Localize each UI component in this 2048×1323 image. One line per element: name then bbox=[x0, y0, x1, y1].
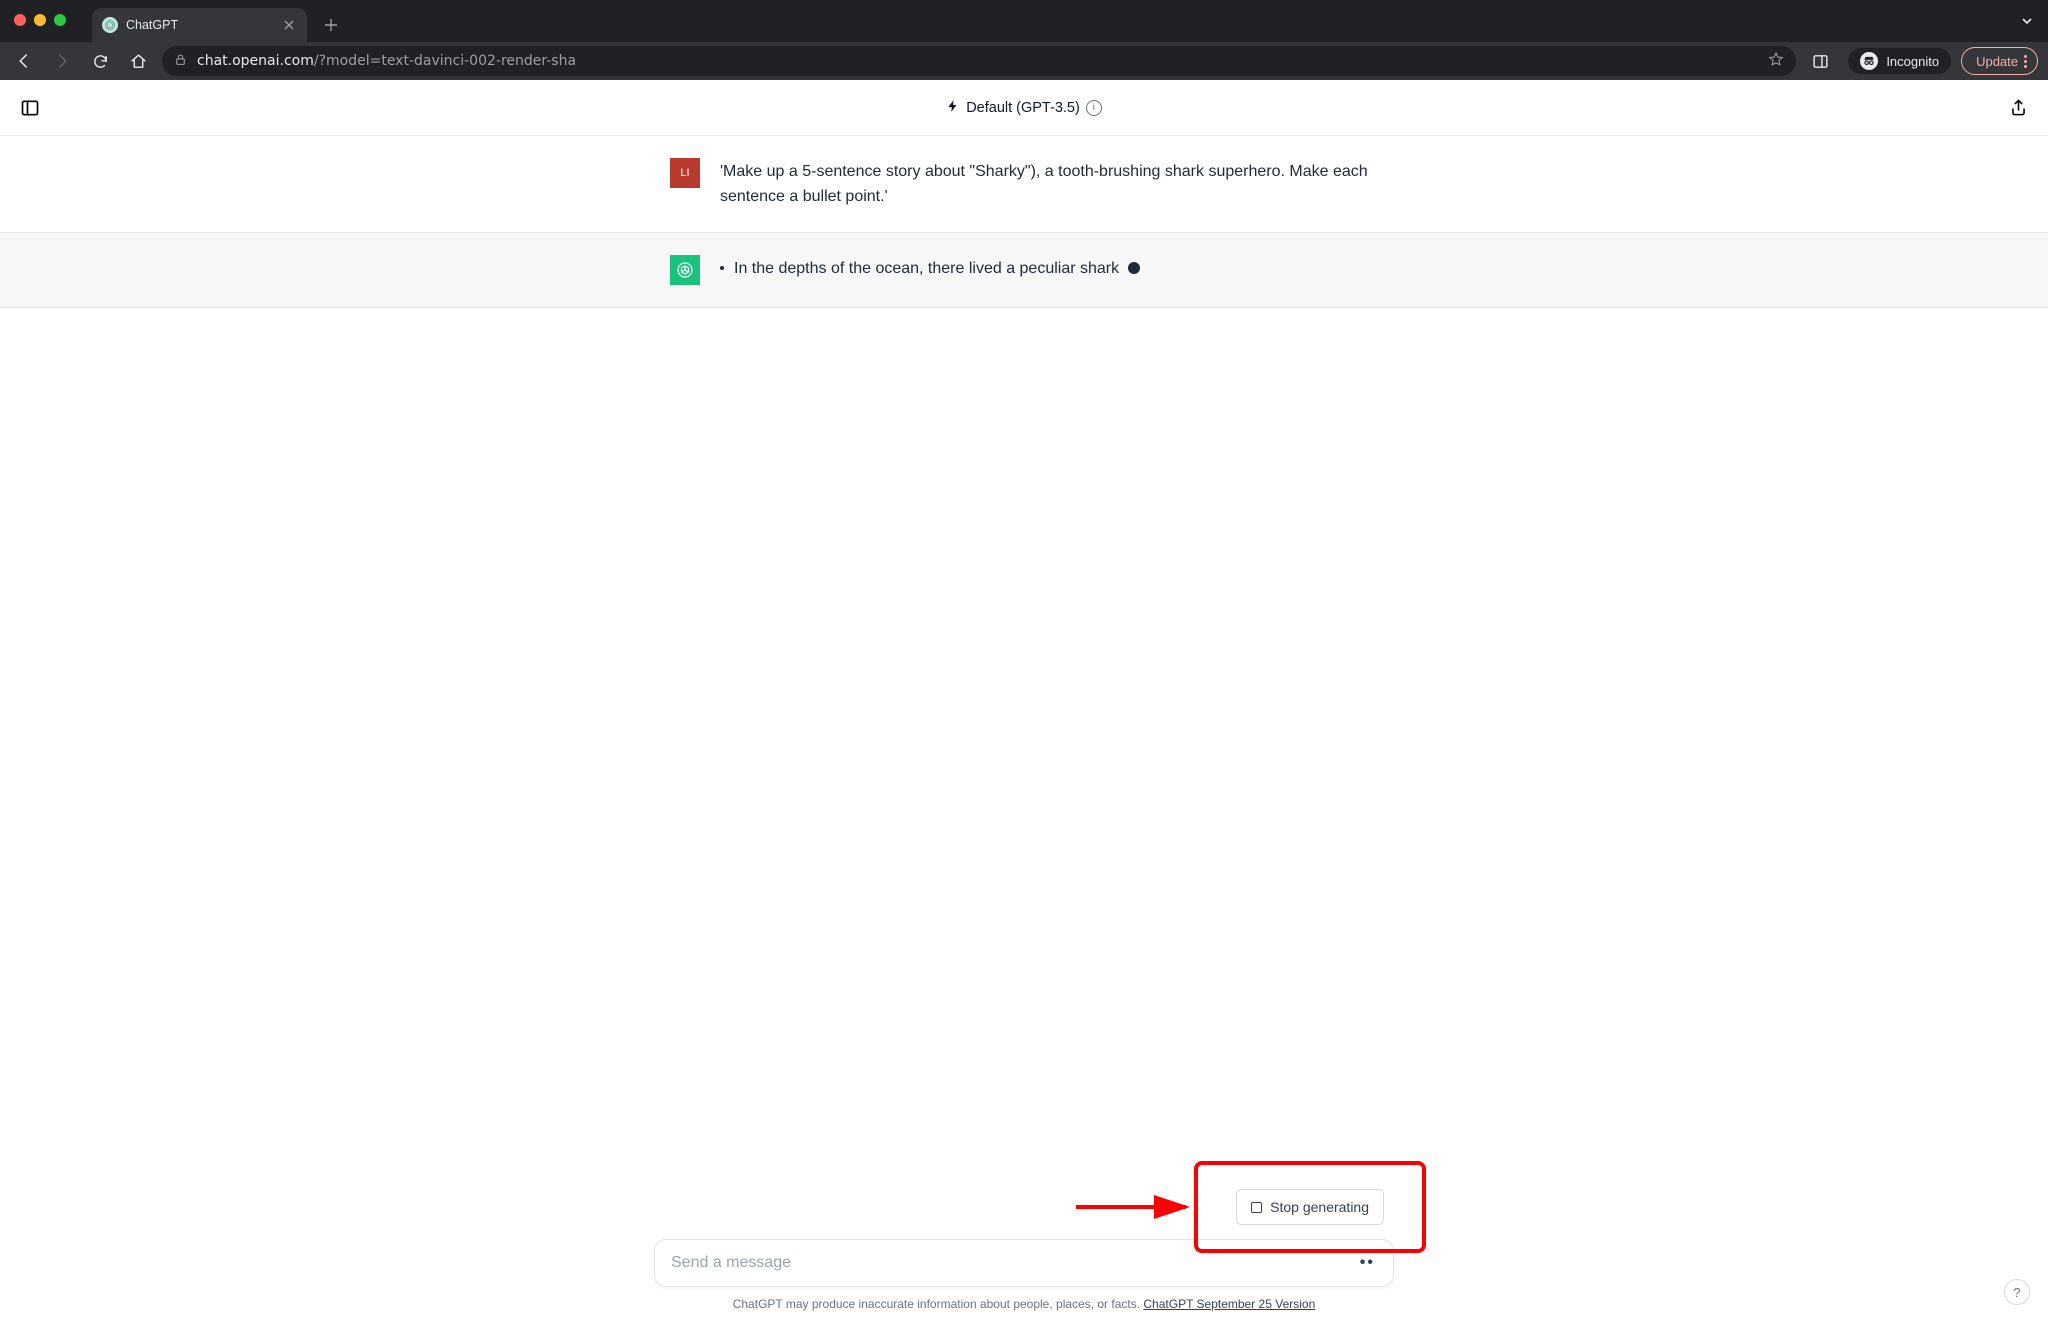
app-header: Default (GPT-3.5) i bbox=[0, 80, 2048, 136]
lock-icon bbox=[174, 53, 187, 70]
typing-cursor-icon bbox=[1128, 262, 1140, 274]
side-panel-icon[interactable] bbox=[1806, 47, 1834, 75]
sidebar-toggle-button[interactable] bbox=[18, 96, 42, 120]
stop-generating-label: Stop generating bbox=[1270, 1199, 1369, 1215]
window-zoom-button[interactable] bbox=[54, 14, 66, 26]
stop-square-icon bbox=[1251, 1202, 1262, 1213]
footer-disclaimer: ChatGPT may produce inaccurate informati… bbox=[0, 1287, 2048, 1319]
assistant-bullet-text: In the depths of the ocean, there lived … bbox=[734, 260, 1119, 277]
incognito-icon bbox=[1860, 52, 1878, 70]
message-placeholder: Send a message bbox=[671, 1254, 791, 1271]
address-bar[interactable]: chat.openai.com/?model=text-davinci-002-… bbox=[162, 46, 1796, 76]
bolt-icon bbox=[946, 99, 960, 116]
browser-toolbar: chat.openai.com/?model=text-davinci-002-… bbox=[0, 42, 2048, 80]
chatgpt-favicon-icon bbox=[102, 17, 118, 33]
help-button[interactable]: ? bbox=[2004, 1279, 2030, 1305]
incognito-indicator[interactable]: Incognito bbox=[1848, 48, 1951, 74]
stop-generating-button[interactable]: Stop generating bbox=[1236, 1189, 1384, 1225]
forward-button[interactable] bbox=[48, 47, 76, 75]
new-tab-button[interactable] bbox=[317, 11, 345, 39]
bullet-icon bbox=[720, 266, 724, 270]
update-button[interactable]: Update bbox=[1961, 47, 2038, 75]
assistant-avatar bbox=[670, 255, 700, 285]
model-label: Default (GPT-3.5) bbox=[966, 100, 1080, 116]
assistant-message-text: In the depths of the ocean, there lived … bbox=[720, 255, 1378, 285]
message-input[interactable]: Send a message •• bbox=[654, 1239, 1394, 1287]
back-button[interactable] bbox=[10, 47, 38, 75]
tabs-dropdown-button[interactable] bbox=[2020, 14, 2034, 33]
overflow-menu-icon bbox=[2024, 55, 2027, 68]
composer-area: Stop generating Send a message •• ChatGP… bbox=[0, 1189, 2048, 1323]
assistant-message: In the depths of the ocean, there lived … bbox=[0, 232, 2048, 308]
user-avatar: LI bbox=[670, 158, 700, 188]
browser-tab[interactable]: ChatGPT bbox=[92, 8, 307, 42]
bookmark-star-icon[interactable] bbox=[1768, 51, 1784, 71]
send-loading-icon: •• bbox=[1360, 1254, 1375, 1272]
window-controls bbox=[14, 14, 66, 26]
reload-button[interactable] bbox=[86, 47, 114, 75]
user-message: LI 'Make up a 5-sentence story about "Sh… bbox=[0, 136, 2048, 232]
user-message-text: 'Make up a 5-sentence story about "Shark… bbox=[720, 158, 1378, 210]
tab-title: ChatGPT bbox=[126, 18, 273, 32]
update-label: Update bbox=[1976, 54, 2018, 69]
window-close-button[interactable] bbox=[14, 14, 26, 26]
info-icon[interactable]: i bbox=[1086, 100, 1102, 116]
home-button[interactable] bbox=[124, 47, 152, 75]
url-text: chat.openai.com/?model=text-davinci-002-… bbox=[197, 53, 576, 69]
browser-titlebar: ChatGPT bbox=[0, 0, 2048, 42]
version-link[interactable]: ChatGPT September 25 Version bbox=[1143, 1297, 1315, 1311]
tab-close-button[interactable] bbox=[281, 17, 297, 33]
incognito-label: Incognito bbox=[1886, 54, 1939, 69]
window-minimize-button[interactable] bbox=[34, 14, 46, 26]
model-selector[interactable]: Default (GPT-3.5) i bbox=[946, 99, 1102, 116]
tab-strip: ChatGPT bbox=[92, 0, 345, 42]
share-button[interactable] bbox=[2006, 96, 2030, 120]
conversation-thread: LI 'Make up a 5-sentence story about "Sh… bbox=[0, 136, 2048, 1189]
